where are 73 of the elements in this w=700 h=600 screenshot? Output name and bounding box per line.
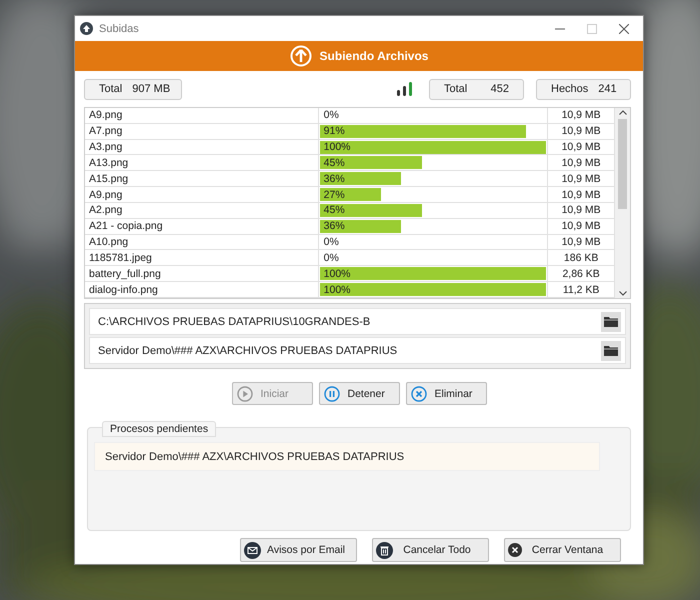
file-name: A9.png — [85, 186, 318, 202]
play-icon — [236, 386, 252, 402]
percent-text: 0% — [322, 252, 339, 264]
stat-value: 907 MB — [132, 83, 170, 95]
path-field[interactable]: C:\ARCHIVOS PRUEBAS DATAPRIUS\10GRANDES-B — [89, 308, 626, 335]
percent-text: 91% — [322, 125, 345, 138]
percent-text: 0% — [322, 236, 339, 248]
file-size: 10,9 MB — [548, 234, 615, 250]
signal-icon — [397, 82, 413, 96]
scroll-down-icon[interactable] — [618, 291, 627, 296]
stat-label: Total — [444, 83, 468, 95]
folder-icon — [604, 345, 618, 356]
file-name: A2.png — [85, 202, 318, 218]
percent-text: 45% — [322, 204, 345, 216]
file-size: 10,9 MB — [548, 186, 615, 202]
percent-text: 27% — [322, 188, 345, 201]
file-name: battery_full.png — [85, 266, 318, 282]
pending-item[interactable]: Servidor Demo\### AZX\ARCHIVOS PRUEBAS DATAPRIUS — [94, 442, 600, 471]
upload-icon — [290, 45, 312, 67]
group-title: Procesos pendientes — [102, 421, 216, 437]
file-size: 10,9 MB — [548, 202, 615, 218]
scrollbar[interactable] — [615, 108, 630, 298]
mail-button[interactable]: Avisos por Email — [240, 538, 357, 562]
file-size: 186 KB — [548, 250, 615, 266]
file-name: A15.png — [85, 170, 318, 187]
file-name: A21 - copia.png — [85, 218, 318, 234]
file-name: A13.png — [85, 154, 318, 171]
upload-icon — [80, 22, 93, 35]
percent-text: 0% — [322, 109, 339, 122]
file-size: 10,9 MB — [548, 123, 615, 140]
percent-text: 100% — [322, 284, 350, 296]
stat-value: 452 — [490, 83, 509, 95]
percent-text: 45% — [322, 156, 345, 169]
percent-text: 100% — [322, 141, 350, 154]
remove-button[interactable]: Eliminar — [406, 382, 486, 405]
mail-icon — [244, 542, 261, 558]
close-icon — [508, 543, 522, 557]
file-size: 10,9 MB — [548, 139, 615, 155]
trash-icon — [376, 542, 393, 558]
trash-button[interactable]: Cancelar Todo — [372, 538, 489, 562]
file-name: A7.png — [85, 123, 318, 140]
file-name: A3.png — [85, 139, 318, 155]
window-title: Subidas — [99, 22, 140, 34]
stat-value: 241 — [598, 83, 617, 95]
percent-text: 36% — [322, 172, 345, 185]
pause-icon — [324, 386, 340, 402]
path-text: C:\ARCHIVOS PRUEBAS DATAPRIUS\10GRANDES-B — [98, 316, 370, 328]
file-size: 10,9 MB — [548, 108, 615, 124]
stat-label: Total — [99, 83, 122, 95]
scroll-up-icon[interactable] — [618, 110, 627, 115]
file-name: 1185781.jpeg — [85, 250, 318, 266]
close-button[interactable]: Cerrar Ventana — [504, 538, 621, 562]
path-text: Servidor Demo\### AZX\ARCHIVOS PRUEBAS DATAPRIUS — [98, 344, 398, 356]
folder-button[interactable] — [601, 340, 621, 360]
percent-text: 36% — [322, 220, 345, 232]
file-size: 10,9 MB — [548, 170, 615, 187]
file-name: A10.png — [85, 234, 318, 250]
file-size: 10,9 MB — [548, 154, 615, 171]
file-name: dialog-info.png — [85, 282, 318, 298]
file-size: 10,9 MB — [548, 218, 615, 234]
folder-button[interactable] — [601, 312, 621, 332]
stat-label: Hechos — [551, 83, 588, 95]
file-name: A9.png — [85, 108, 318, 124]
remove-icon — [410, 386, 426, 402]
close-icon[interactable] — [619, 24, 629, 34]
file-size: 2,86 KB — [548, 266, 615, 282]
folder-icon — [604, 316, 618, 327]
path-field[interactable]: Servidor Demo\### AZX\ARCHIVOS PRUEBAS DATAPRIUS — [89, 337, 626, 364]
pause-button[interactable]: Detener — [318, 382, 400, 405]
file-size: 11,2 KB — [548, 282, 615, 298]
header-title: Subiendo Archivos — [320, 49, 428, 63]
percent-text: 100% — [322, 268, 350, 280]
scrollbar-thumb[interactable] — [618, 119, 628, 209]
